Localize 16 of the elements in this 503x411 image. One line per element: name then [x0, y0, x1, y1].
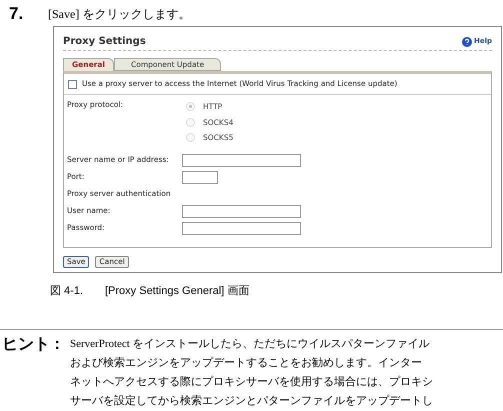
input-field[interactable] — [182, 170, 218, 184]
input-field[interactable] — [182, 154, 301, 166]
hint-label: ヒント : — [1, 335, 61, 355]
step-number: 7. — [8, 3, 24, 26]
page-title: Proxy Settings — [63, 35, 146, 49]
figure-number: 図 4-1. — [50, 284, 84, 299]
hint-text: ServerProtect をインストールしたら、ただちにウイルスパターンファイル — [70, 337, 431, 352]
input-field[interactable] — [182, 222, 301, 234]
help-icon — [462, 36, 472, 46]
hint-text: サーバを設定してから検索エンジンとパターンファイルをアップデートし — [70, 394, 433, 409]
input-field[interactable] — [182, 204, 301, 218]
checkbox[interactable] — [68, 80, 77, 88]
step-text: [Save] をクリックします。 — [48, 6, 190, 23]
hint-text: および検索エンジンをアップデートすることをお勧めします。インター — [70, 356, 423, 371]
hint-text: ネットへアクセスする際にプロキシサーバを使用する場合には、プロキシ — [70, 374, 433, 390]
figure-caption: [Proxy Settings General] 画面 — [105, 284, 250, 299]
